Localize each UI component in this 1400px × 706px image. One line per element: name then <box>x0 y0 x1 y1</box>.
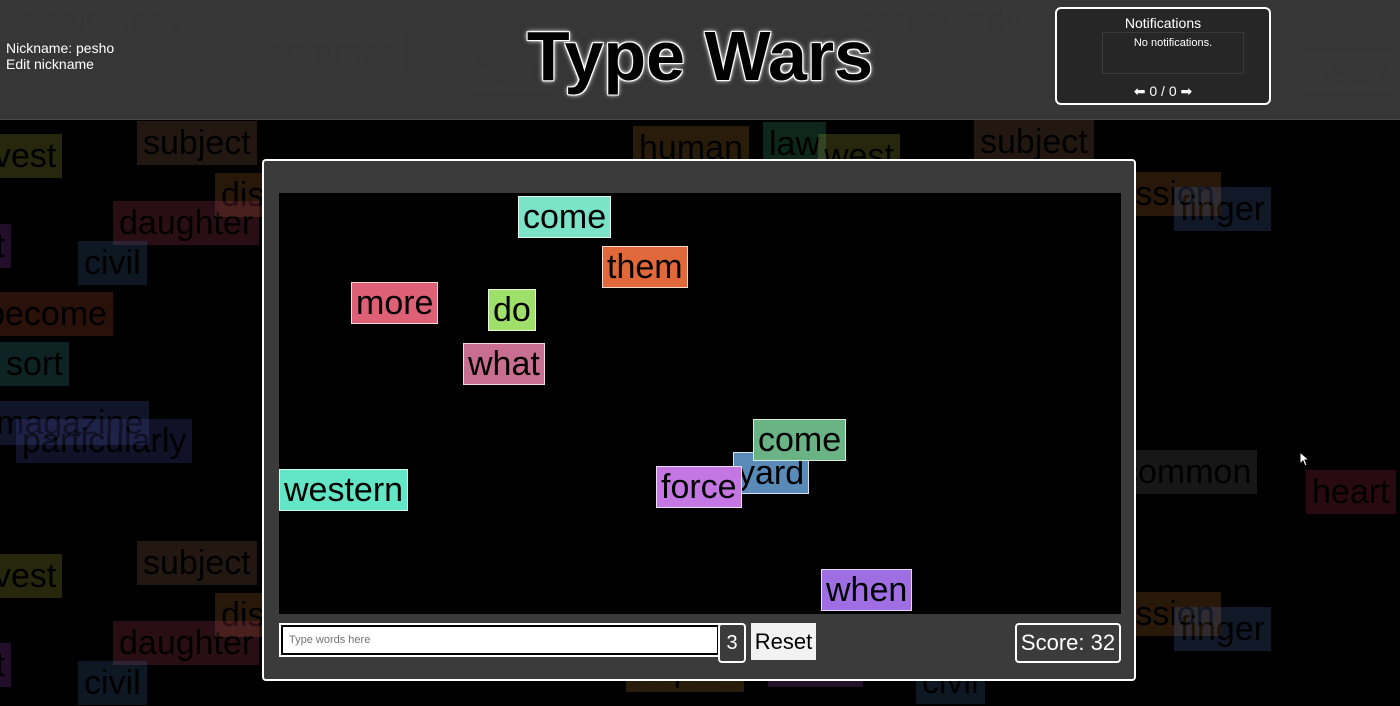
game-controls: 3 Reset Score: 32 <box>279 622 1121 664</box>
background-word: subject <box>137 541 257 585</box>
background-word: vest <box>0 554 63 598</box>
notifications-panel: Notifications No notifications. ⬅ 0 / 0 … <box>1055 7 1271 105</box>
background-word: vest <box>0 134 63 178</box>
header-bar: Nickname: pesho Edit nickname Type Wars … <box>0 0 1400 120</box>
background-word: common <box>1115 450 1258 494</box>
background-word: civil <box>78 241 147 285</box>
background-word: subject <box>974 120 1094 164</box>
mouse-cursor-icon <box>1299 451 1309 467</box>
word-input[interactable] <box>279 623 721 657</box>
game-panel: come them more do what yard come western force wh… <box>262 159 1136 681</box>
reset-button[interactable]: Reset <box>751 623 816 660</box>
notifications-message: No notifications. <box>1102 32 1244 74</box>
falling-word: what <box>463 343 545 385</box>
background-word: become <box>0 292 113 336</box>
falling-word: come <box>753 419 847 461</box>
background-word: heart <box>1306 470 1396 514</box>
falling-word: come <box>518 196 612 238</box>
background-word: daughter <box>113 621 260 665</box>
falling-word: more <box>351 282 439 324</box>
background-word: finger <box>1174 187 1272 231</box>
falling-word: western <box>279 469 409 511</box>
falling-word: do <box>488 289 536 331</box>
notifications-pager[interactable]: ⬅ 0 / 0 ➡ <box>1057 83 1269 100</box>
word-counter: 3 <box>718 623 746 663</box>
game-arena: come them more do what yard come western force wh… <box>279 193 1121 614</box>
notifications-title: Notifications <box>1124 15 1202 31</box>
background-word: it <box>0 224 11 268</box>
falling-word: force <box>656 466 742 508</box>
background-word: particularly <box>16 419 193 463</box>
background-word: subject <box>137 121 257 165</box>
falling-word: when <box>821 569 913 611</box>
falling-word: them <box>602 246 688 288</box>
score-display: Score: 32 <box>1015 623 1121 663</box>
background-word: sort <box>0 342 69 386</box>
background-word: it <box>0 643 11 687</box>
background-word: finger <box>1174 607 1272 651</box>
background-word: civil <box>78 661 147 705</box>
background-word: daughter <box>113 201 260 245</box>
